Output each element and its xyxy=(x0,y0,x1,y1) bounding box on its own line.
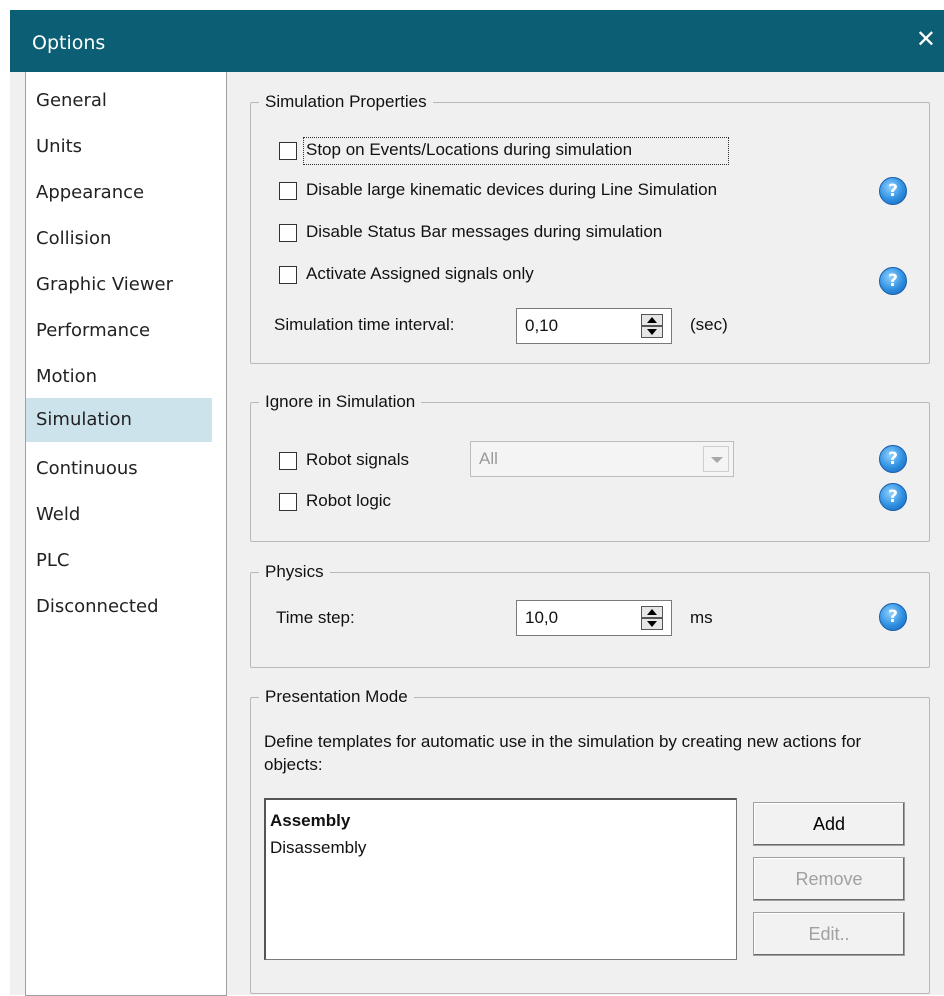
help-icon[interactable]: ? xyxy=(879,177,907,205)
add-button[interactable]: Add xyxy=(753,802,905,846)
remove-button[interactable]: Remove xyxy=(753,857,905,901)
time-step-value: 10,0 xyxy=(525,608,559,627)
dialog-body: General Units Appearance Collision Graph… xyxy=(10,72,944,996)
nav-item-general[interactable]: General xyxy=(26,79,212,123)
list-item[interactable]: Assembly xyxy=(270,811,350,831)
activate-assigned-checkbox[interactable] xyxy=(279,266,297,284)
spinner-arrows[interactable] xyxy=(641,606,663,630)
nav-item-simulation[interactable]: Simulation xyxy=(26,398,212,442)
title-bar: Options ✕ xyxy=(10,10,944,72)
nav-item-appearance[interactable]: Appearance xyxy=(26,171,212,215)
help-icon[interactable]: ? xyxy=(879,603,907,631)
simulation-interval-spinner[interactable]: 0,10 xyxy=(516,308,672,344)
nav-item-collision[interactable]: Collision xyxy=(26,217,212,261)
templates-list[interactable]: Assembly Disassembly xyxy=(264,798,737,960)
robot-signals-label: Robot signals xyxy=(306,450,410,469)
stop-on-events-checkbox[interactable] xyxy=(279,142,297,160)
help-icon[interactable]: ? xyxy=(879,267,907,295)
nav-item-graphic-viewer[interactable]: Graphic Viewer xyxy=(26,263,212,307)
disable-status-bar-checkbox[interactable] xyxy=(279,224,297,242)
spin-up-icon[interactable] xyxy=(641,314,663,326)
presentation-mode-legend: Presentation Mode xyxy=(265,687,408,706)
nav-item-performance[interactable]: Performance xyxy=(26,309,212,353)
spin-down-icon[interactable] xyxy=(641,618,663,630)
disable-status-bar-label: Disable Status Bar messages during simul… xyxy=(306,222,663,241)
robot-signals-checkbox[interactable] xyxy=(279,452,297,470)
spinner-arrows[interactable] xyxy=(641,314,663,338)
simulation-interval-value: 0,10 xyxy=(525,316,559,335)
simulation-properties-legend: Simulation Properties xyxy=(265,92,427,111)
physics-legend: Physics xyxy=(265,562,324,581)
nav-item-units[interactable]: Units xyxy=(26,125,212,169)
window-title: Options xyxy=(32,32,106,54)
nav-item-continuous[interactable]: Continuous xyxy=(26,447,212,491)
robot-logic-checkbox[interactable] xyxy=(279,493,297,511)
close-icon[interactable]: ✕ xyxy=(916,27,936,51)
nav-item-plc[interactable]: PLC xyxy=(26,539,212,583)
time-step-label: Time step: xyxy=(276,608,355,627)
chevron-down-icon[interactable] xyxy=(703,446,729,472)
spin-up-icon[interactable] xyxy=(641,606,663,618)
simulation-interval-unit: (sec) xyxy=(690,315,728,334)
options-nav: General Units Appearance Collision Graph… xyxy=(25,72,227,996)
robot-logic-label: Robot logic xyxy=(306,491,392,510)
disable-kinematic-label: Disable large kinematic devices during L… xyxy=(306,180,718,199)
activate-assigned-label: Activate Assigned signals only xyxy=(306,264,534,283)
time-step-spinner[interactable]: 10,0 xyxy=(516,600,672,636)
stop-on-events-label: Stop on Events/Locations during simulati… xyxy=(306,140,633,159)
help-icon[interactable]: ? xyxy=(879,445,907,473)
edit-button[interactable]: Edit.. xyxy=(753,912,905,956)
robot-signals-dropdown-value: All xyxy=(479,449,498,468)
robot-signals-dropdown[interactable]: All xyxy=(470,441,734,477)
nav-item-weld[interactable]: Weld xyxy=(26,493,212,537)
spin-down-icon[interactable] xyxy=(641,326,663,338)
list-item[interactable]: Disassembly xyxy=(270,838,366,858)
ignore-in-simulation-legend: Ignore in Simulation xyxy=(265,392,416,411)
nav-item-disconnected[interactable]: Disconnected xyxy=(26,585,212,629)
simulation-interval-label: Simulation time interval: xyxy=(274,315,455,334)
time-step-unit: ms xyxy=(690,608,713,627)
presentation-description: Define templates for automatic use in th… xyxy=(264,732,862,774)
help-icon[interactable]: ? xyxy=(879,483,907,511)
disable-kinematic-checkbox[interactable] xyxy=(279,182,297,200)
nav-item-motion[interactable]: Motion xyxy=(26,355,212,399)
